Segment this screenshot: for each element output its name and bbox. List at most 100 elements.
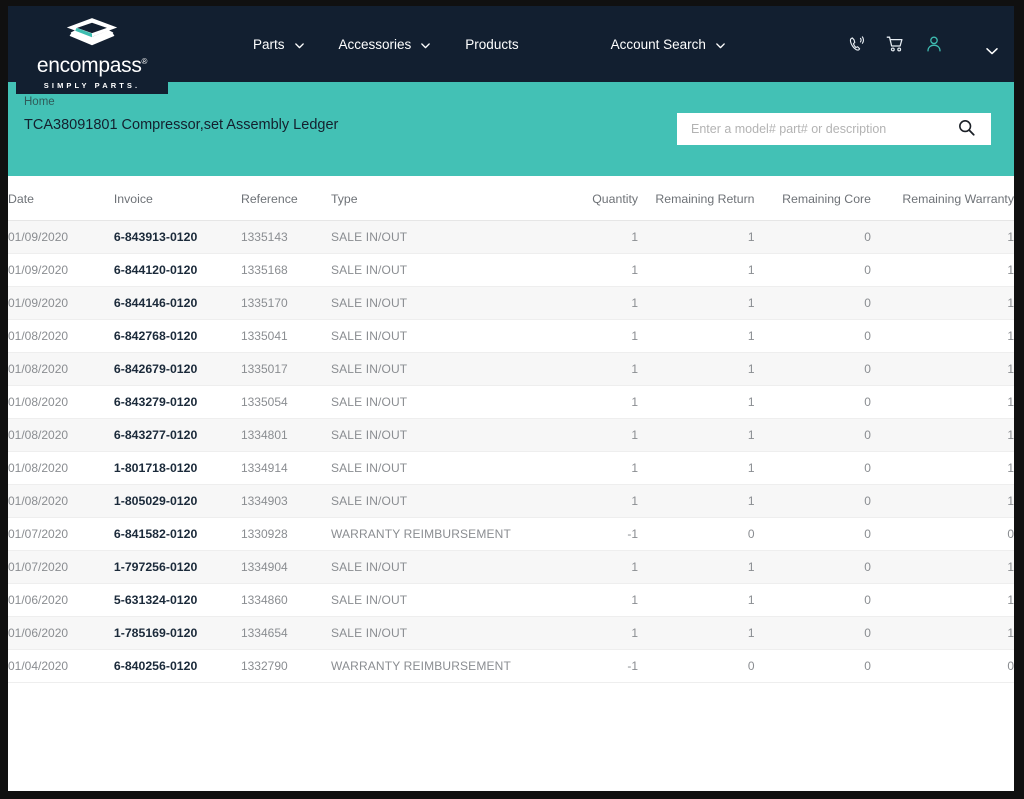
cell-remaining-return: 1 bbox=[638, 451, 755, 485]
cart-icon[interactable] bbox=[884, 33, 906, 55]
cell-remaining-return: 1 bbox=[638, 418, 755, 452]
invoice-link[interactable]: 1-797256-0120 bbox=[114, 560, 197, 574]
cell-quantity: 1 bbox=[558, 385, 639, 419]
table-row: 01/08/2020 6-843279-0120 1335054 SALE IN/OU… bbox=[8, 385, 1014, 419]
cell-quantity: 1 bbox=[558, 418, 639, 452]
cell-reference: 1334914 bbox=[240, 451, 331, 485]
cell-invoice: 6-842768-0120 bbox=[113, 319, 241, 353]
logo-wordmark: encompass® bbox=[36, 54, 148, 77]
cell-remaining-core: 0 bbox=[754, 583, 871, 617]
column-header-remaining-core[interactable]: Remaining Core bbox=[754, 176, 871, 221]
cell-remaining-warranty: 0 bbox=[870, 649, 1014, 683]
account-menu-chevron-down-icon[interactable] bbox=[984, 43, 1000, 59]
search-input[interactable] bbox=[691, 122, 955, 136]
cell-reference: 1330928 bbox=[240, 517, 331, 551]
table-row: 01/08/2020 1-801718-0120 1334914 SALE IN/OU… bbox=[8, 451, 1014, 485]
cell-reference: 1335170 bbox=[240, 286, 331, 320]
table-row: 01/07/2020 1-797256-0120 1334904 SALE IN/OU… bbox=[8, 550, 1014, 584]
cell-type: SALE IN/OUT bbox=[330, 286, 559, 320]
cell-type: SALE IN/OUT bbox=[330, 451, 559, 485]
cell-remaining-return: 1 bbox=[638, 583, 755, 617]
cell-reference: 1335054 bbox=[240, 385, 331, 419]
cell-quantity: 1 bbox=[558, 550, 639, 584]
cell-remaining-warranty: 1 bbox=[870, 220, 1014, 254]
invoice-link[interactable]: 6-842679-0120 bbox=[114, 362, 197, 376]
cell-remaining-return: 1 bbox=[638, 319, 755, 353]
breadcrumb[interactable]: Home bbox=[24, 94, 338, 110]
cell-remaining-warranty: 1 bbox=[870, 451, 1014, 485]
nav-item-account-search[interactable]: Account Search bbox=[594, 29, 743, 60]
nav-item-products[interactable]: Products bbox=[448, 29, 535, 60]
table-row: 01/06/2020 5-631324-0120 1334860 SALE IN/OU… bbox=[8, 583, 1014, 617]
cell-type: SALE IN/OUT bbox=[330, 484, 559, 518]
cell-type: SALE IN/OUT bbox=[330, 550, 559, 584]
page-viewport: encompass® SIMPLY PARTS. Parts Accessori… bbox=[8, 6, 1014, 791]
invoice-link[interactable]: 6-843279-0120 bbox=[114, 395, 197, 409]
nav-item-parts[interactable]: Parts bbox=[236, 29, 322, 60]
cell-reference: 1334654 bbox=[240, 616, 331, 650]
column-header-invoice[interactable]: Invoice bbox=[113, 176, 241, 221]
column-header-remaining-return[interactable]: Remaining Return bbox=[638, 176, 755, 221]
table-row: 01/08/2020 6-842768-0120 1335041 SALE IN/OU… bbox=[8, 319, 1014, 353]
chevron-down-icon bbox=[294, 39, 305, 50]
cell-date: 01/09/2020 bbox=[8, 286, 114, 320]
cell-remaining-return: 1 bbox=[638, 385, 755, 419]
cell-remaining-return: 1 bbox=[638, 220, 755, 254]
cell-remaining-warranty: 0 bbox=[870, 517, 1014, 551]
cell-invoice: 6-843277-0120 bbox=[113, 418, 241, 452]
invoice-link[interactable]: 6-843913-0120 bbox=[114, 230, 197, 244]
cell-remaining-warranty: 1 bbox=[870, 418, 1014, 452]
invoice-link[interactable]: 1-805029-0120 bbox=[114, 494, 197, 508]
cell-date: 01/09/2020 bbox=[8, 220, 114, 254]
invoice-link[interactable]: 1-801718-0120 bbox=[114, 461, 197, 475]
breadcrumb-and-title: Home TCA38091801 Compressor,set Assembly… bbox=[24, 94, 338, 135]
column-header-reference[interactable]: Reference bbox=[240, 176, 331, 221]
invoice-link[interactable]: 6-844146-0120 bbox=[114, 296, 197, 310]
nav-label-parts: Parts bbox=[253, 36, 285, 52]
invoice-link[interactable]: 6-842768-0120 bbox=[114, 329, 197, 343]
phone-icon[interactable] bbox=[845, 33, 867, 55]
cell-remaining-core: 0 bbox=[754, 517, 871, 551]
column-header-type[interactable]: Type bbox=[330, 176, 559, 221]
cell-type: SALE IN/OUT bbox=[330, 220, 559, 254]
invoice-link[interactable]: 6-843277-0120 bbox=[114, 428, 197, 442]
cell-type: SALE IN/OUT bbox=[330, 253, 559, 287]
cell-quantity: 1 bbox=[558, 286, 639, 320]
site-logo[interactable]: encompass® SIMPLY PARTS. bbox=[16, 6, 168, 94]
cell-remaining-core: 0 bbox=[754, 649, 871, 683]
cell-date: 01/06/2020 bbox=[8, 616, 114, 650]
cell-invoice: 1-801718-0120 bbox=[113, 451, 241, 485]
column-header-remaining-warranty[interactable]: Remaining Warranty bbox=[870, 176, 1014, 221]
invoice-link[interactable]: 6-840256-0120 bbox=[114, 659, 197, 673]
column-header-quantity[interactable]: Quantity bbox=[558, 176, 639, 221]
cell-reference: 1334903 bbox=[240, 484, 331, 518]
cell-remaining-return: 0 bbox=[638, 517, 755, 551]
cell-reference: 1334904 bbox=[240, 550, 331, 584]
cell-type: SALE IN/OUT bbox=[330, 583, 559, 617]
invoice-link[interactable]: 6-841582-0120 bbox=[114, 527, 197, 541]
cell-invoice: 1-797256-0120 bbox=[113, 550, 241, 584]
cell-date: 01/08/2020 bbox=[8, 385, 114, 419]
cell-remaining-warranty: 1 bbox=[870, 550, 1014, 584]
column-header-date[interactable]: Date bbox=[8, 176, 114, 221]
table-row: 01/04/2020 6-840256-0120 1332790 WARRANTY R… bbox=[8, 649, 1014, 683]
cell-quantity: 1 bbox=[558, 220, 639, 254]
cell-remaining-core: 0 bbox=[754, 451, 871, 485]
cell-date: 01/07/2020 bbox=[8, 517, 114, 551]
cell-type: SALE IN/OUT bbox=[330, 385, 559, 419]
cell-quantity: 1 bbox=[558, 616, 639, 650]
browser-frame: encompass® SIMPLY PARTS. Parts Accessori… bbox=[0, 0, 1024, 799]
invoice-link[interactable]: 5-631324-0120 bbox=[114, 593, 197, 607]
cell-reference: 1334860 bbox=[240, 583, 331, 617]
cell-quantity: 1 bbox=[558, 484, 639, 518]
cell-date: 01/04/2020 bbox=[8, 649, 114, 683]
user-icon[interactable] bbox=[923, 33, 945, 55]
cell-type: WARRANTY REIMBURSEMENT bbox=[330, 517, 559, 551]
cell-date: 01/06/2020 bbox=[8, 583, 114, 617]
search-box[interactable] bbox=[677, 113, 991, 145]
nav-item-accessories[interactable]: Accessories bbox=[322, 29, 449, 60]
search-button[interactable] bbox=[955, 118, 977, 140]
invoice-link[interactable]: 1-785169-0120 bbox=[114, 626, 197, 640]
invoice-link[interactable]: 6-844120-0120 bbox=[114, 263, 197, 277]
cell-remaining-warranty: 1 bbox=[870, 352, 1014, 386]
